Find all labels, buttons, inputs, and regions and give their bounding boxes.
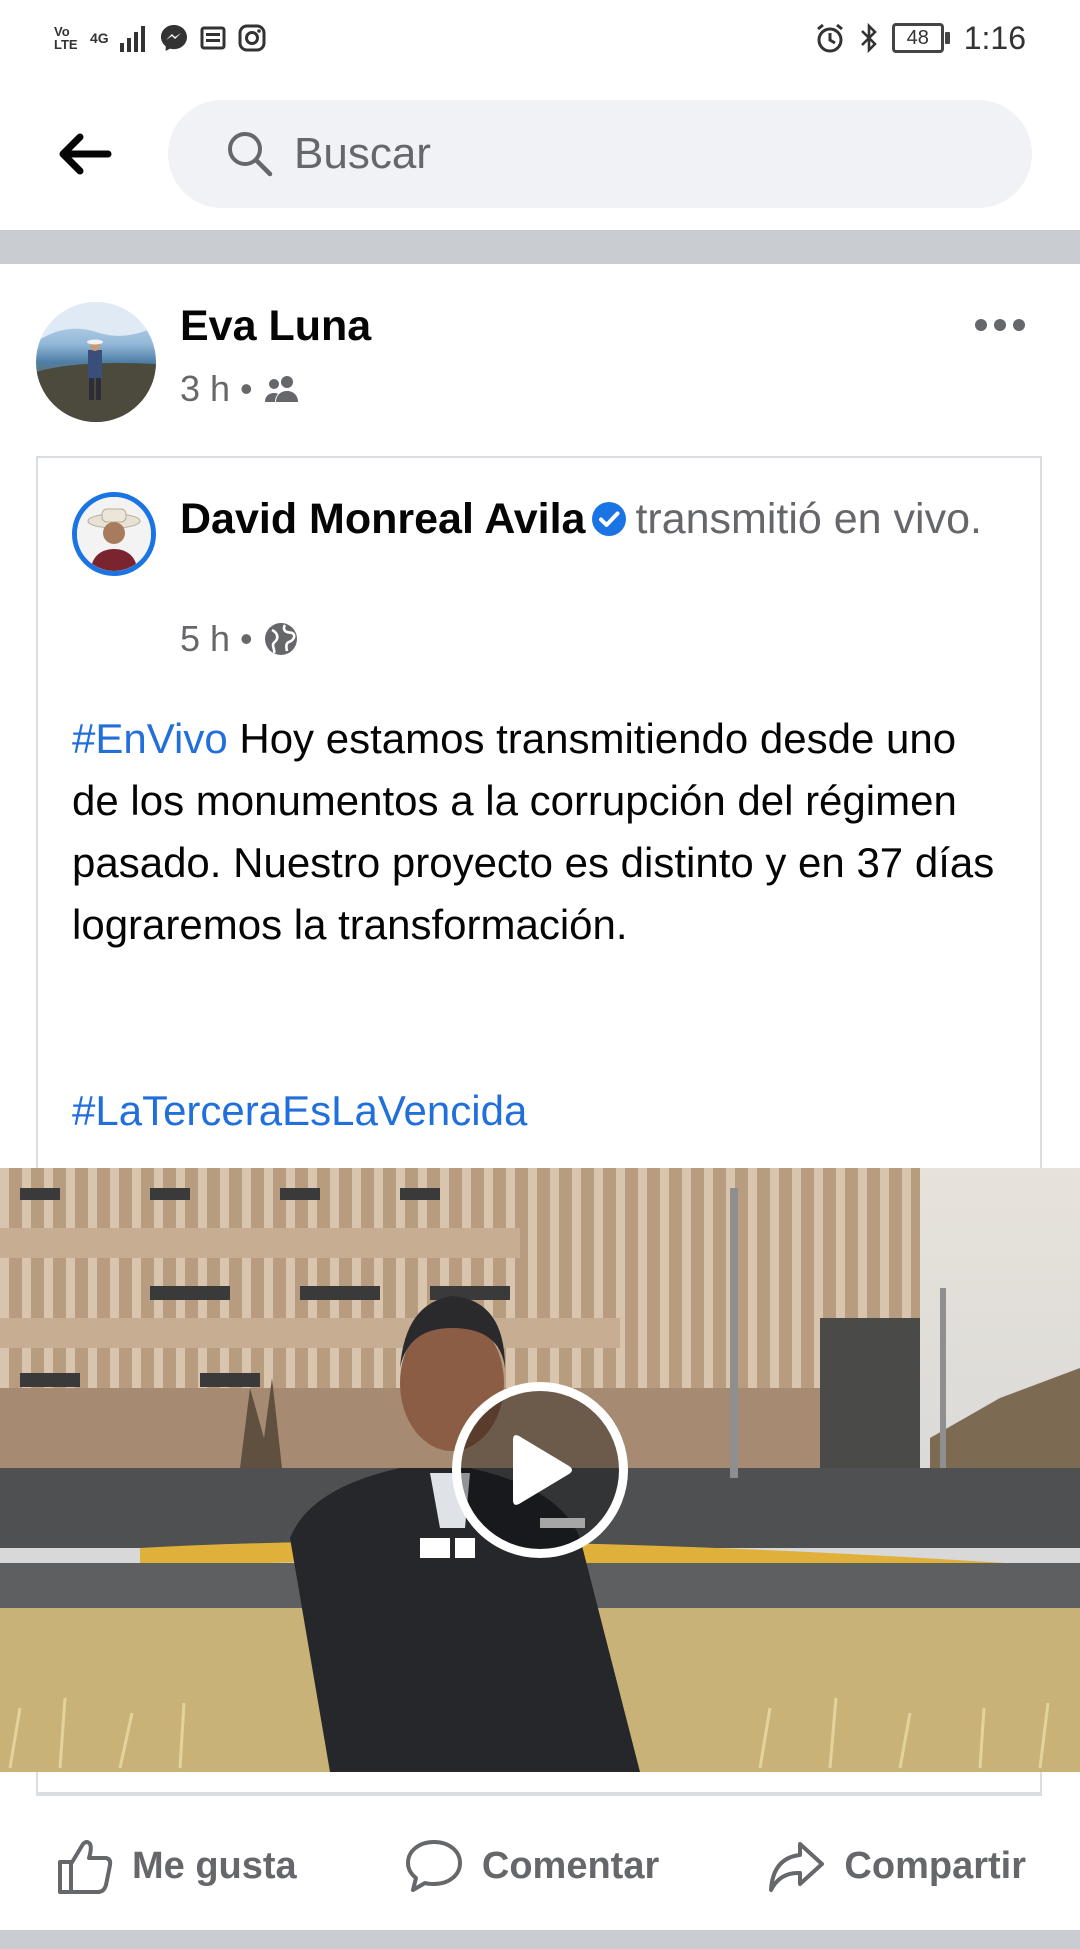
post-author[interactable]: Eva Luna — [180, 302, 371, 351]
shared-author-avatar[interactable] — [72, 492, 156, 576]
search-input[interactable]: Buscar — [168, 100, 1032, 208]
avatar-photo — [36, 302, 156, 422]
friends-icon — [264, 376, 298, 402]
globe-icon — [264, 623, 297, 655]
volte-indicator: Vo LTE — [54, 24, 78, 52]
card-divider — [36, 1792, 1042, 1794]
post-meta: 3 h • — [180, 368, 301, 410]
action-bar: Me gusta Comentar Compartir — [0, 1818, 1080, 1914]
share-button[interactable]: Compartir — [766, 1836, 1026, 1896]
network-type: 4G — [90, 30, 109, 46]
bluetooth-icon — [860, 22, 877, 54]
hashtag-link[interactable]: #LaTerceraEsLaVencida — [72, 1080, 527, 1142]
instagram-icon — [238, 24, 266, 52]
more-options-button[interactable] — [964, 300, 1036, 350]
share-label: Compartir — [844, 1844, 1026, 1887]
clock: 1:16 — [963, 19, 1026, 56]
comment-button[interactable]: Comentar — [404, 1836, 659, 1896]
post-time[interactable]: 3 h — [180, 368, 230, 410]
shared-author-name[interactable]: David Monreal Avila — [180, 495, 585, 543]
battery-indicator: 48 — [891, 23, 950, 53]
more-icon — [975, 319, 1025, 331]
shared-time[interactable]: 5 h — [180, 618, 230, 660]
comment-label: Comentar — [481, 1844, 660, 1887]
signal-icon — [119, 26, 145, 52]
search-icon — [228, 132, 273, 177]
status-left: Vo LTE 4G — [54, 16, 267, 60]
hashtag-link[interactable]: #EnVivo — [72, 715, 228, 762]
verified-badge-icon — [592, 502, 627, 536]
thumbs-up-icon — [58, 1840, 113, 1894]
shared-action-text: transmitió en vivo. — [635, 495, 982, 543]
play-button[interactable] — [452, 1382, 628, 1558]
comment-icon — [405, 1840, 462, 1892]
news-icon — [200, 26, 226, 50]
section-divider — [0, 230, 1080, 264]
search-placeholder: Buscar — [294, 129, 431, 178]
alarm-icon — [816, 23, 843, 53]
avatar[interactable] — [36, 302, 156, 422]
play-icon — [513, 1435, 572, 1505]
like-label: Me gusta — [132, 1844, 297, 1887]
messenger-icon — [160, 25, 187, 51]
post-body: #EnVivo Hoy estamos transmitiendo desde … — [72, 708, 1012, 956]
shared-avatar-photo — [77, 497, 151, 571]
back-button[interactable] — [48, 118, 120, 190]
shared-meta: 5 h • — [180, 618, 299, 660]
status-bar: Vo LTE 4G 48 1:16 — [0, 0, 1080, 76]
meta-separator: • — [240, 618, 253, 659]
shared-title: David Monreal Avila transmitió en vivo. — [180, 490, 1000, 548]
meta-separator: • — [240, 368, 253, 409]
status-right: 48 1:16 — [814, 14, 1026, 62]
share-icon — [769, 1842, 825, 1892]
section-divider — [0, 1930, 1080, 1949]
like-button[interactable]: Me gusta — [54, 1836, 297, 1896]
back-arrow-icon — [59, 133, 112, 175]
